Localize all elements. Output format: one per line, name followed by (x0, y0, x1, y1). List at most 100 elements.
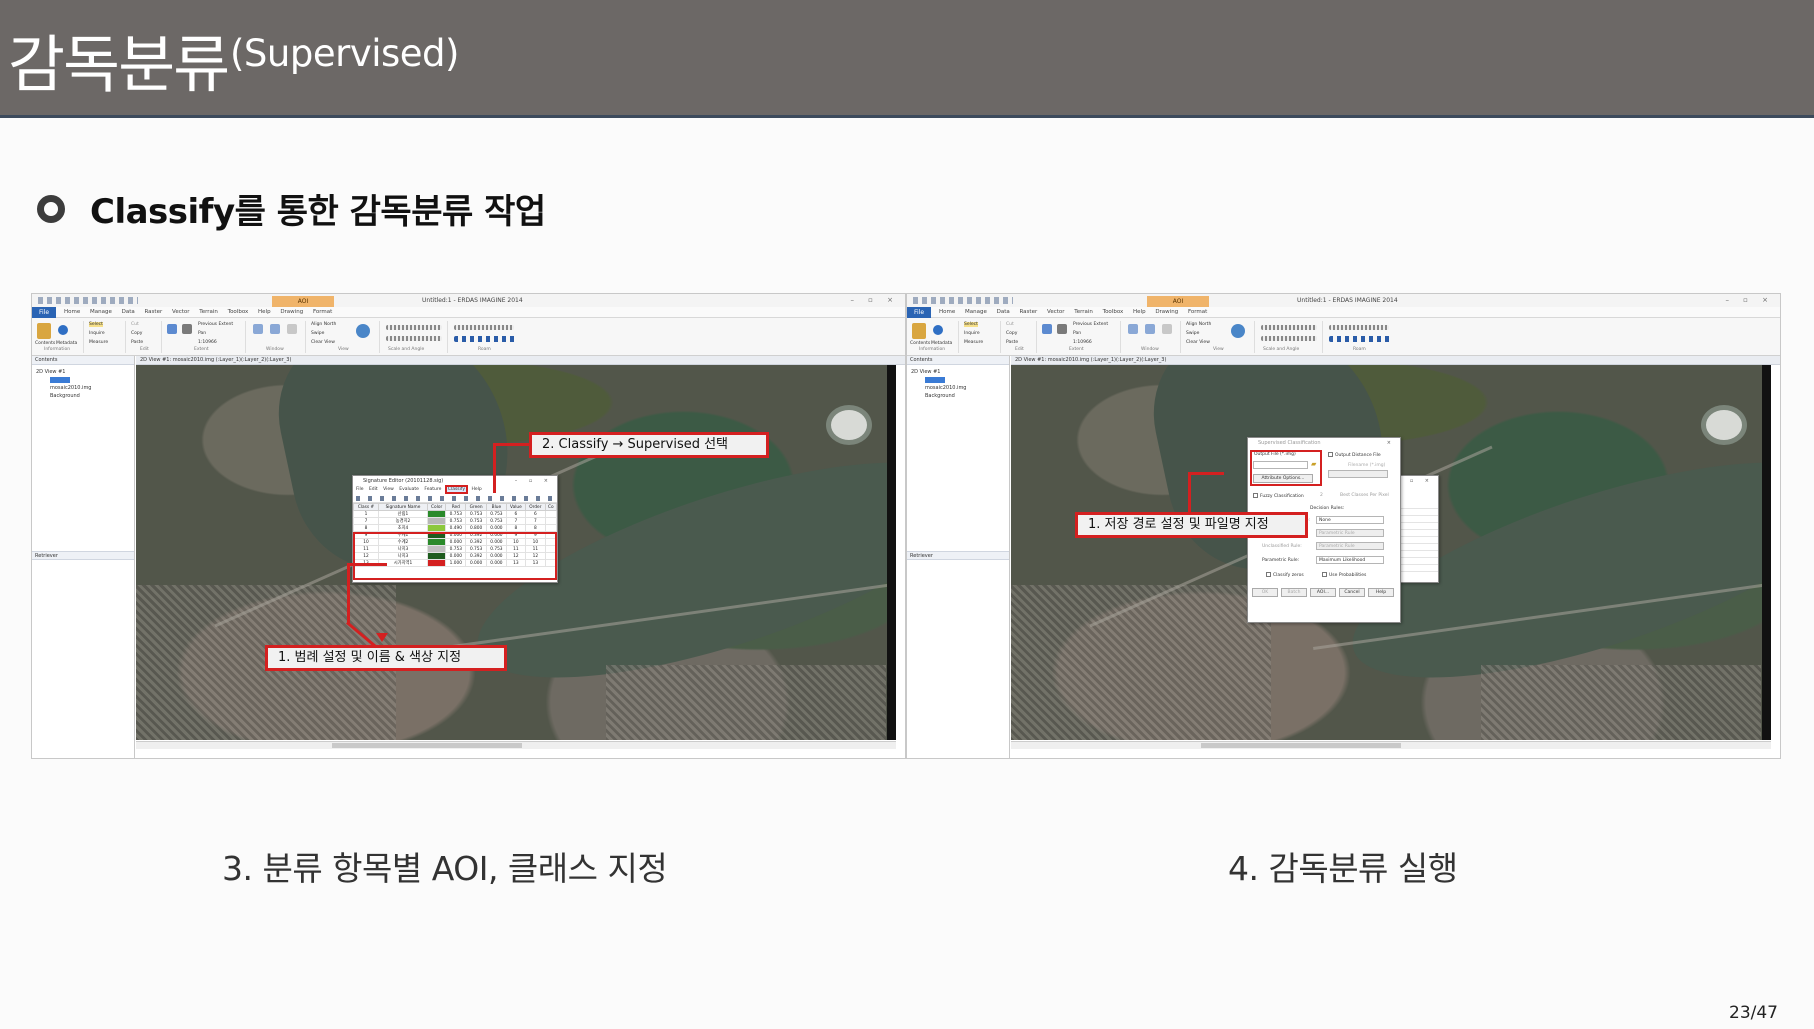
measure-button[interactable]: Measure (89, 340, 108, 345)
copy-button[interactable]: Copy (131, 331, 142, 336)
tab-vector[interactable]: Vector (172, 309, 190, 315)
align-north-button[interactable]: Align North (311, 322, 336, 327)
cell-color[interactable] (426, 510, 447, 518)
fuzzy-checkbox[interactable] (1253, 493, 1258, 498)
basemap-icon[interactable] (356, 324, 370, 338)
cell-co[interactable] (544, 517, 558, 525)
dialog-toolbar-icons[interactable] (353, 494, 557, 503)
scale-slider-icon[interactable] (1261, 325, 1317, 330)
tree-item-aoi-selected[interactable] (50, 377, 70, 383)
use-probabilities-row[interactable]: Use Probabilities (1322, 572, 1366, 578)
link-views-icon[interactable] (1145, 324, 1155, 334)
col-order[interactable]: Order (525, 503, 546, 511)
scroll-thumb[interactable] (1201, 743, 1401, 748)
nonparametric-select[interactable]: None (1316, 516, 1384, 524)
fit-frame-icon[interactable] (167, 324, 177, 334)
use-probabilities-checkbox[interactable] (1322, 572, 1327, 577)
tab-help[interactable]: Help (1133, 309, 1146, 315)
tree-item-mosaic[interactable]: mosaic2010.img (911, 384, 1009, 392)
cut-button[interactable]: Cut (1006, 322, 1014, 327)
ok-button[interactable]: OK (1252, 588, 1278, 597)
cell-signature-name[interactable]: 초지4 (377, 524, 428, 532)
clear-view-button[interactable]: Clear View (311, 340, 335, 345)
cell-class[interactable]: 1 (353, 510, 379, 518)
playback-controls-icon[interactable] (1329, 336, 1391, 342)
color-swatch[interactable] (427, 518, 446, 524)
cell-value[interactable]: 8 (505, 524, 527, 532)
tree-item-mosaic[interactable]: mosaic2010.img (36, 384, 134, 392)
col-co[interactable]: Co (544, 503, 558, 511)
parametric-select[interactable]: Maximum Likelihood (1316, 556, 1384, 564)
overlay-select[interactable]: Parametric Rule (1316, 529, 1384, 537)
col-color[interactable]: Color (426, 503, 447, 511)
reset-icon[interactable] (1057, 324, 1067, 334)
tab-home[interactable]: Home (64, 309, 80, 315)
previous-extent-button[interactable]: Previous Extent (1073, 322, 1108, 327)
select-button[interactable]: Select (964, 322, 978, 327)
select-button[interactable]: Select (89, 322, 103, 327)
col-class[interactable]: Class # (353, 503, 379, 511)
inquire-button[interactable]: Inquire (964, 331, 980, 336)
link-views-icon[interactable] (270, 324, 280, 334)
cell-order[interactable]: 8 (525, 524, 546, 532)
tab-aoi-context[interactable]: AOI (272, 296, 334, 307)
add-views-icon[interactable] (253, 324, 263, 334)
previous-extent-button[interactable]: Previous Extent (198, 322, 233, 327)
paste-button[interactable]: Paste (1006, 340, 1018, 345)
tab-raster[interactable]: Raster (144, 309, 162, 315)
metadata-icon[interactable] (933, 325, 943, 335)
pan-button[interactable]: Pan (198, 331, 206, 336)
tab-format[interactable]: Format (313, 309, 332, 315)
scale-field[interactable]: 1:10966 (1073, 340, 1092, 345)
col-value[interactable]: Value (505, 503, 527, 511)
angle-slider-icon[interactable] (1261, 336, 1317, 341)
color-swatch[interactable] (427, 511, 446, 517)
menu-evaluate[interactable]: Evaluate (399, 487, 419, 492)
tab-vector[interactable]: Vector (1047, 309, 1065, 315)
menu-file[interactable]: File (356, 487, 364, 492)
cell-red[interactable]: 0.753 (445, 510, 467, 518)
cell-co[interactable] (544, 524, 558, 532)
output-distance-row[interactable]: Output Distance File (1328, 452, 1381, 458)
col-blue[interactable]: Blue (485, 503, 507, 511)
reset-icon[interactable] (182, 324, 192, 334)
tab-help[interactable]: Help (258, 309, 271, 315)
cell-red[interactable]: 0.753 (445, 517, 467, 525)
batch-button[interactable]: Batch (1281, 588, 1307, 597)
output-distance-checkbox[interactable] (1328, 452, 1333, 457)
unclassified-select[interactable]: Parametric Rule (1316, 542, 1384, 550)
cell-green[interactable]: 0.753 (465, 510, 487, 518)
paste-button[interactable]: Paste (131, 340, 143, 345)
cell-value[interactable]: 7 (505, 517, 527, 525)
cell-order[interactable]: 7 (525, 517, 546, 525)
cell-blue[interactable]: 0.000 (485, 524, 507, 532)
add-views-icon[interactable] (1128, 324, 1138, 334)
tree-item-background[interactable]: Background (36, 392, 134, 400)
inquire-button[interactable]: Inquire (89, 331, 105, 336)
tab-terrain[interactable]: Terrain (1074, 309, 1093, 315)
table-row[interactable]: 8 초지4 0.490 0.800 0.000 8 8 (353, 524, 558, 532)
menu-help[interactable]: Help (472, 487, 482, 492)
tab-aoi-context[interactable]: AOI (1147, 296, 1209, 307)
cell-signature-name[interactable]: 산림1 (377, 510, 428, 518)
tab-home[interactable]: Home (939, 309, 955, 315)
roam-slider-icon[interactable] (1329, 325, 1389, 330)
tab-raster[interactable]: Raster (1019, 309, 1037, 315)
view-scrollbar[interactable] (887, 365, 896, 740)
dialog-window-controls-icon[interactable]: – ▫ × (1396, 476, 1434, 486)
contents-icon[interactable] (912, 323, 926, 339)
table-row[interactable]: 7 농경지2 0.753 0.753 0.753 7 7 (353, 517, 558, 525)
cell-signature-name[interactable]: 농경지2 (377, 517, 428, 525)
fit-frame-icon[interactable] (1042, 324, 1052, 334)
cell-order[interactable]: 6 (525, 510, 546, 518)
classify-zeros-row[interactable]: Classify zeros (1266, 572, 1304, 578)
tree-item-aoi-selected[interactable] (925, 377, 945, 383)
cell-color[interactable] (426, 524, 447, 532)
fuzzy-row[interactable]: Fuzzy Classification (1253, 493, 1304, 499)
tab-toolbox[interactable]: Toolbox (228, 309, 249, 315)
col-signature-name[interactable]: Signature Name (377, 503, 428, 511)
window-controls-icon[interactable]: – ▫ × (850, 296, 899, 304)
measure-button[interactable]: Measure (964, 340, 983, 345)
satellite-image-view[interactable]: Signature Editor (20101128.sig) – ▫ × Fi… (136, 365, 896, 740)
distance-file-field[interactable] (1328, 470, 1388, 478)
